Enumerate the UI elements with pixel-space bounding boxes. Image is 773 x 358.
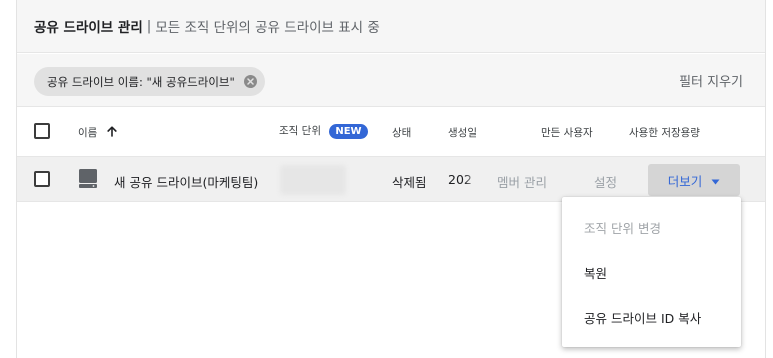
menu-item-restore[interactable]: 복원 [562, 250, 741, 295]
more-actions-menu: 조직 단위 변경 복원 공유 드라이브 ID 복사 [562, 197, 741, 347]
drive-name[interactable]: 새 공유 드라이브(마케팅팀) [114, 172, 258, 191]
clear-filters-button[interactable]: 필터 지우기 [679, 71, 743, 90]
created-date-value: 202 [448, 172, 472, 187]
menu-item-copy-drive-id[interactable]: 공유 드라이브 ID 복사 [562, 295, 741, 340]
page-header: 공유 드라이브 관리 | 모든 조직 단위의 공유 드라이브 표시 중 [17, 0, 765, 53]
filter-bar: 공유 드라이브 이름: "새 공유드라이브" 필터 지우기 [17, 54, 765, 107]
page-subtitle: 모든 조직 단위의 공유 드라이브 표시 중 [155, 20, 380, 36]
filter-chip[interactable]: 공유 드라이브 이름: "새 공유드라이브" [34, 67, 265, 96]
more-button[interactable]: 더보기 [648, 164, 740, 196]
column-header-created[interactable]: 생성일 [448, 125, 477, 140]
table-row[interactable]: 새 공유 드라이브(마케팅팀) 삭제됨 202 멤버 관리 설정 더보기 [17, 156, 765, 202]
menu-item-change-org-unit: 조직 단위 변경 [584, 221, 661, 236]
column-name-label: 이름 [78, 127, 98, 139]
column-header-creator[interactable]: 만든 사용자 [541, 125, 593, 140]
column-header-storage[interactable]: 사용한 저장용량 [629, 125, 700, 140]
manage-members-button[interactable]: 멤버 관리 [497, 172, 547, 191]
column-header-status[interactable]: 상태 [392, 125, 411, 140]
title-separator: | [146, 18, 152, 34]
page-title: 공유 드라이브 관리 [34, 20, 143, 36]
more-button-label: 더보기 [667, 173, 703, 189]
column-org-unit-label: 조직 단위 [279, 125, 321, 137]
settings-button[interactable]: 설정 [594, 172, 617, 191]
table-header: 이름 조직 단위 NEW 상태 생성일 만든 사용자 사용한 저장용량 [17, 108, 765, 155]
column-header-name[interactable]: 이름 [78, 125, 117, 140]
select-all-checkbox[interactable] [34, 123, 50, 139]
org-unit-value-redacted [280, 165, 346, 195]
caret-down-icon [711, 173, 720, 188]
remove-filter-icon[interactable] [243, 75, 257, 88]
shared-drives-panel: 공유 드라이브 관리 | 모든 조직 단위의 공유 드라이브 표시 중 공유 드… [16, 0, 766, 358]
row-checkbox[interactable] [34, 171, 50, 187]
column-header-org-unit[interactable]: 조직 단위 NEW [279, 123, 368, 139]
status-value: 삭제됨 [392, 175, 427, 190]
sort-ascending-icon[interactable] [107, 126, 117, 140]
shared-drive-icon [78, 168, 98, 189]
filter-chip-label: 공유 드라이브 이름: "새 공유드라이브" [47, 74, 235, 89]
new-badge: NEW [329, 123, 368, 139]
